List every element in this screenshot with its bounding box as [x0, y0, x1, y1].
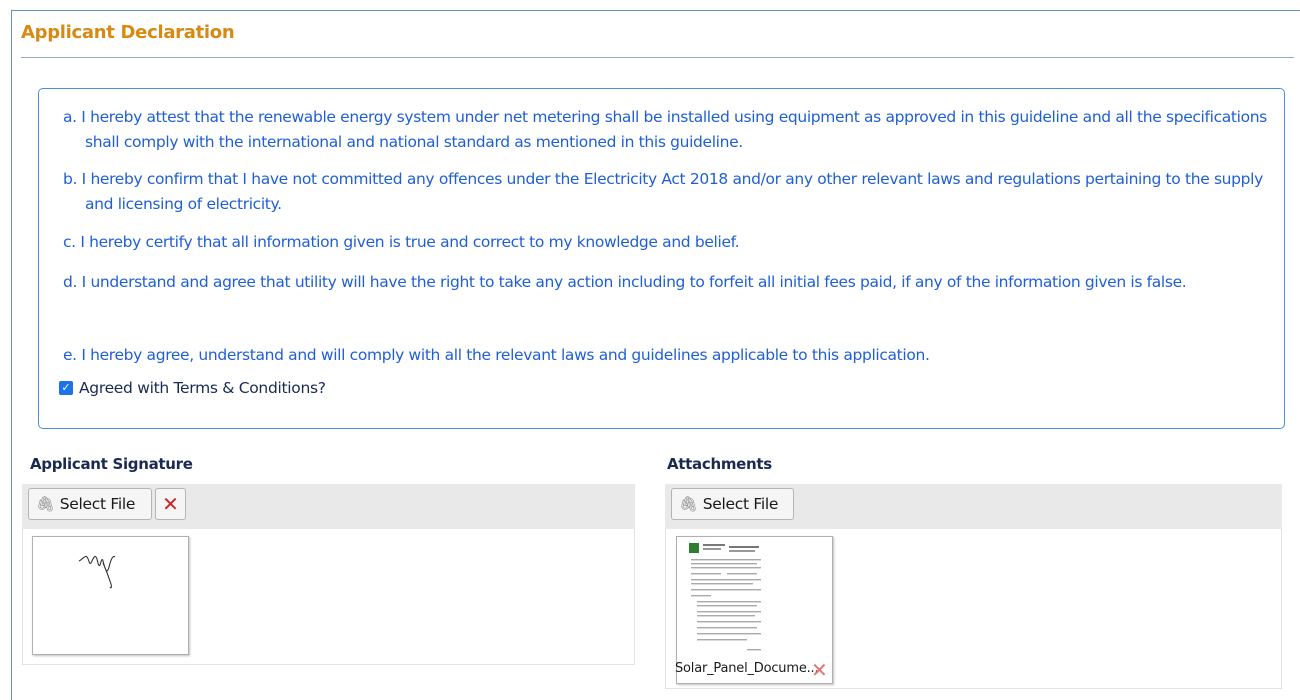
signature-image — [78, 555, 116, 589]
title-divider — [21, 57, 1294, 58]
attachments-label: Attachments — [667, 455, 772, 473]
declaration-box: a. I hereby attest that the renewable en… — [38, 88, 1285, 429]
paperclip-icon: 🖇 — [36, 495, 55, 513]
clause-e: e. I hereby agree, understand and will c… — [63, 346, 930, 364]
agree-terms-label[interactable]: Agreed with Terms & Conditions? — [79, 379, 326, 397]
signature-remove-button[interactable]: ✕ — [155, 488, 186, 520]
attachments-select-file-button[interactable]: 🖇 Select File — [671, 488, 794, 520]
clause-c: c. I hereby certify that all information… — [63, 233, 740, 251]
remove-x-icon: ✕ — [162, 492, 179, 516]
attachments-toolbar: 🖇 Select File — [665, 484, 1282, 529]
signature-thumbnail[interactable] — [32, 536, 189, 655]
agree-terms-checkbox[interactable]: ✓ — [59, 381, 73, 395]
signature-toolbar: 🖇 Select File ✕ — [22, 484, 635, 529]
section-title: Applicant Declaration — [21, 22, 235, 43]
paperclip-icon: 🖇 — [679, 495, 698, 513]
signature-preview-area — [22, 529, 635, 665]
agree-terms-row[interactable]: ✓ Agreed with Terms & Conditions? — [59, 379, 326, 397]
document-preview-icon — [689, 543, 761, 651]
attachments-select-file-label: Select File — [702, 495, 779, 513]
signature-select-file-label: Select File — [59, 495, 136, 513]
clause-d: d. I understand and agree that utility w… — [63, 273, 1187, 291]
clause-a: a. I hereby attest that the renewable en… — [63, 108, 1267, 151]
signature-select-file-button[interactable]: 🖇 Select File — [28, 488, 152, 520]
attachment-file-name: Solar_Panel_Docume... — [675, 661, 819, 676]
attachment-remove-icon[interactable]: ✕ — [811, 658, 828, 682]
clause-b: b. I hereby confirm that I have not comm… — [63, 170, 1263, 213]
signature-label: Applicant Signature — [30, 455, 193, 473]
